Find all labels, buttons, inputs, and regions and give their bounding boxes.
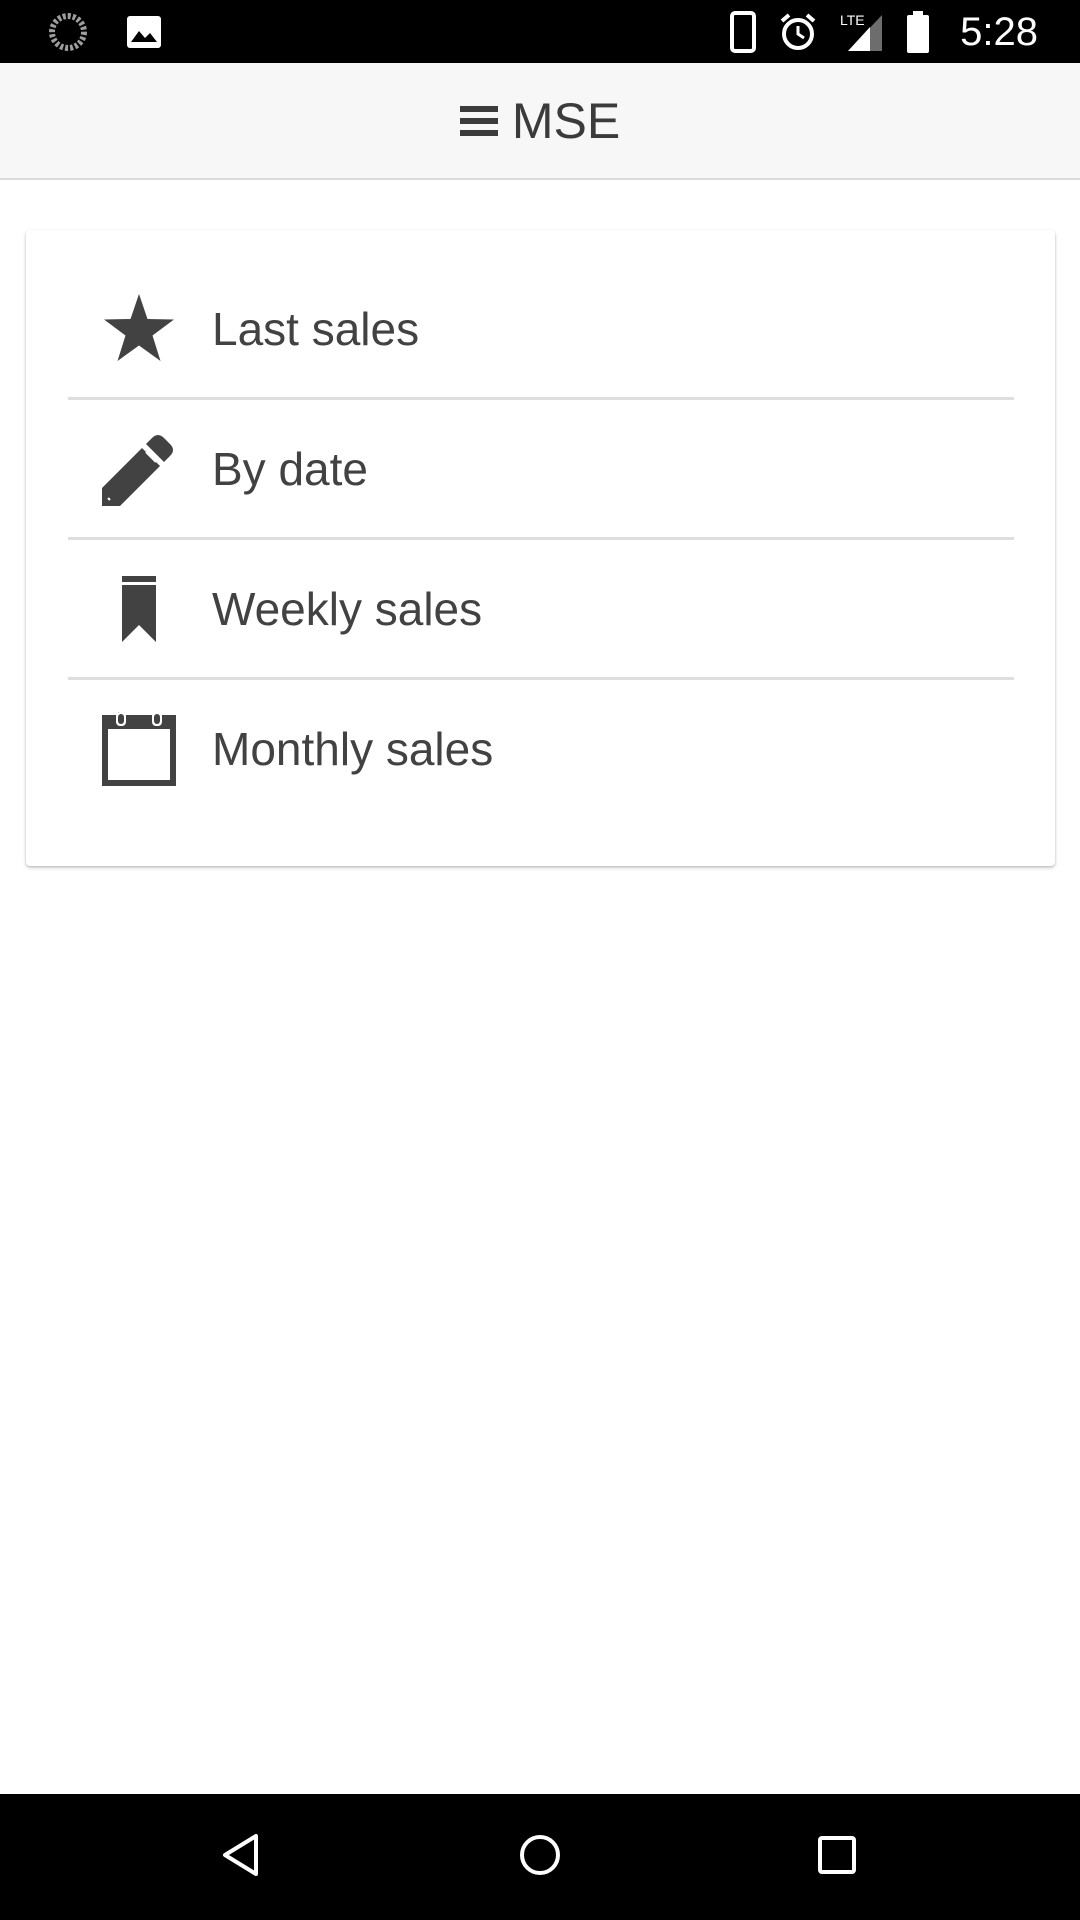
home-icon <box>518 1833 562 1882</box>
sync-icon <box>48 12 88 52</box>
bookmark-icon <box>102 572 176 646</box>
status-bar: LTE 5:28 <box>0 0 1080 63</box>
back-button[interactable] <box>208 1824 274 1890</box>
screen: LTE 5:28 MSE Last sales By date Weekly s… <box>0 0 1080 1920</box>
signal-icon: LTE <box>840 11 884 53</box>
status-time: 5:28 <box>960 10 1038 54</box>
menu-item-label: Weekly sales <box>212 582 483 635</box>
battery-icon <box>906 11 930 53</box>
back-icon <box>221 1832 261 1883</box>
menu-item-label: By date <box>212 442 368 495</box>
app-bar: MSE <box>0 63 1080 180</box>
recents-button[interactable] <box>804 1824 870 1890</box>
hamburger-menu-icon[interactable] <box>459 103 498 139</box>
image-icon <box>126 15 162 49</box>
pencil-icon <box>102 432 176 506</box>
app-title: MSE <box>511 92 621 149</box>
calendar-icon <box>102 711 176 786</box>
menu-card: Last sales By date Weekly sales Monthly … <box>26 230 1055 866</box>
phone-icon <box>730 11 757 53</box>
star-icon <box>102 292 176 366</box>
menu-item-last-sales[interactable]: Last sales <box>68 260 1014 400</box>
status-bar-left <box>48 12 162 52</box>
alarm-icon <box>778 12 818 52</box>
status-bar-right: LTE 5:28 <box>730 8 1038 56</box>
menu-item-weekly-sales[interactable]: Weekly sales <box>68 540 1014 680</box>
network-type-label: LTE <box>840 12 865 28</box>
menu-list: Last sales By date Weekly sales Monthly … <box>68 260 1014 817</box>
menu-item-by-date[interactable]: By date <box>68 400 1014 540</box>
app-title-menu-button[interactable]: MSE <box>459 92 621 150</box>
menu-item-label: Last sales <box>212 302 420 355</box>
menu-item-label: Monthly sales <box>212 722 494 775</box>
recents-icon <box>817 1835 857 1880</box>
home-button[interactable] <box>507 1824 573 1890</box>
menu-item-monthly-sales[interactable]: Monthly sales <box>68 680 1014 817</box>
navigation-bar <box>0 1794 1080 1920</box>
